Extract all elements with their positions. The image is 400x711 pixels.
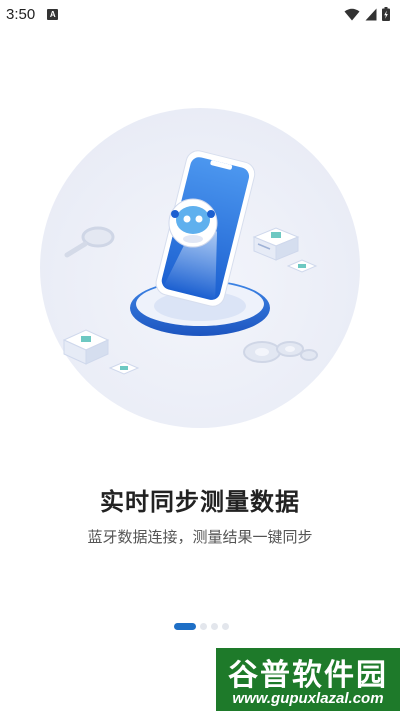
status-left: 3:50 A bbox=[6, 5, 59, 23]
page-indicator bbox=[174, 623, 229, 630]
robot-icon bbox=[168, 198, 218, 248]
watermark-title: 谷普软件园 bbox=[228, 658, 388, 693]
watermark-url: www.gupuxlazal.com bbox=[232, 690, 384, 707]
status-time: 3:50 bbox=[6, 5, 36, 23]
page-dot[interactable] bbox=[211, 623, 218, 630]
page-dot[interactable] bbox=[200, 623, 207, 630]
notification-badge-icon: A bbox=[47, 8, 59, 20]
status-bar: 3:50 A bbox=[0, 0, 400, 28]
signal-icon bbox=[365, 8, 377, 20]
wifi-icon bbox=[344, 8, 360, 20]
status-right bbox=[344, 7, 390, 21]
battery-charging-icon bbox=[382, 7, 390, 21]
page-dot-active[interactable] bbox=[174, 623, 196, 630]
onboarding-title: 实时同步测量数据 bbox=[100, 488, 300, 516]
onboarding-subtitle: 蓝牙数据连接，测量结果一键同步 bbox=[87, 528, 313, 546]
onboarding-illustration bbox=[40, 108, 360, 428]
watermark-logo: 谷普软件园 www.gupuxlazal.com bbox=[216, 648, 400, 711]
page-dot[interactable] bbox=[222, 623, 229, 630]
